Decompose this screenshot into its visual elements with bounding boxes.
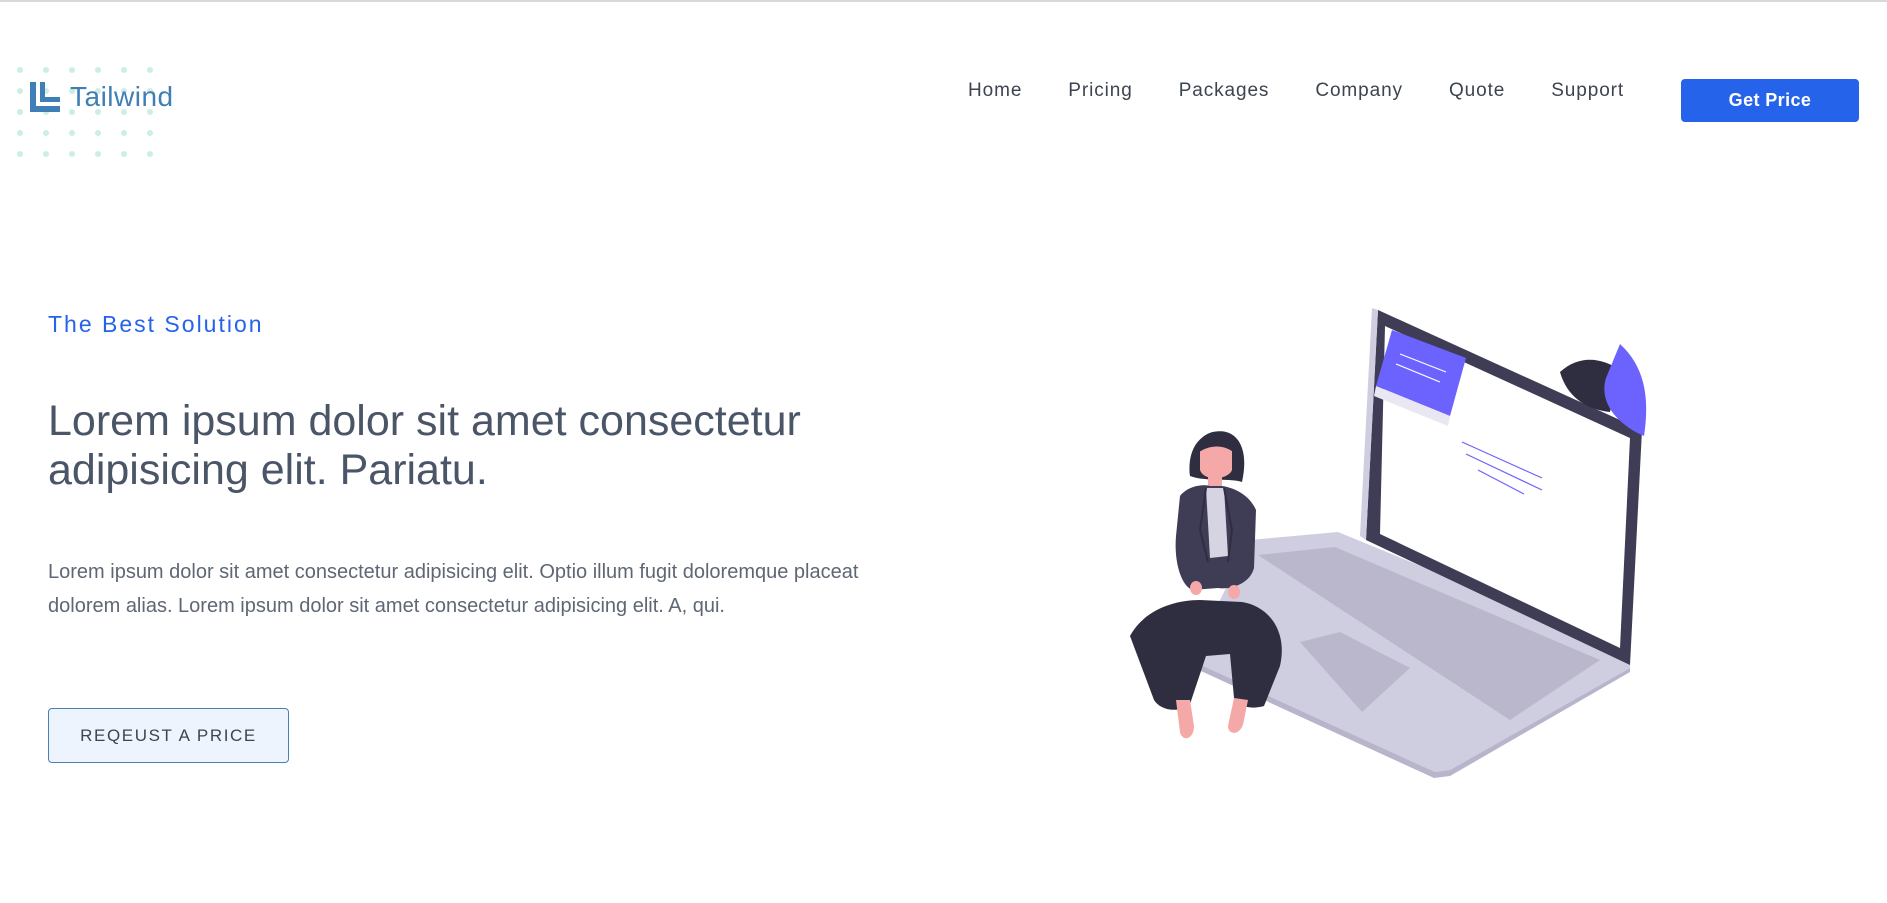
nav-packages[interactable]: Packages [1179,80,1270,102]
nav-company[interactable]: Company [1315,80,1403,102]
nav-home[interactable]: Home [968,80,1022,102]
logo[interactable]: Tailwind [28,80,174,114]
woman-hand-left [1190,581,1202,595]
woman-pants [1130,600,1282,710]
woman-foot-right [1228,698,1248,733]
paragraph-line-2: dolorem alias. Lorem ipsum dolor sit ame… [48,595,725,617]
main-nav: Home Pricing Packages Company Quote Supp… [968,80,1624,102]
woman-foot-left [1176,700,1194,739]
woman-hand-right [1228,585,1240,599]
get-price-button[interactable]: Get Price [1681,79,1859,122]
woman-laptop-illustration [1130,308,1647,778]
top-border [0,0,1887,2]
logo-text: Tailwind [70,81,174,112]
nav-support[interactable]: Support [1551,80,1624,102]
nav-pricing[interactable]: Pricing [1068,80,1132,102]
hero-headline: Lorem ipsum dolor sit amet consectetur a… [48,397,948,495]
request-price-button[interactable]: REQEUST A PRICE [48,708,289,763]
headline-line-2: adipisicing elit. Pariatu. [48,446,488,494]
nav-quote[interactable]: Quote [1449,80,1505,102]
hero-eyebrow: The Best Solution [48,311,264,337]
hero-paragraph: Lorem ipsum dolor sit amet consectetur a… [48,555,968,623]
logo-icon [30,82,60,112]
paragraph-line-1: Lorem ipsum dolor sit amet consectetur a… [48,561,859,583]
headline-line-1: Lorem ipsum dolor sit amet consectetur [48,397,801,445]
